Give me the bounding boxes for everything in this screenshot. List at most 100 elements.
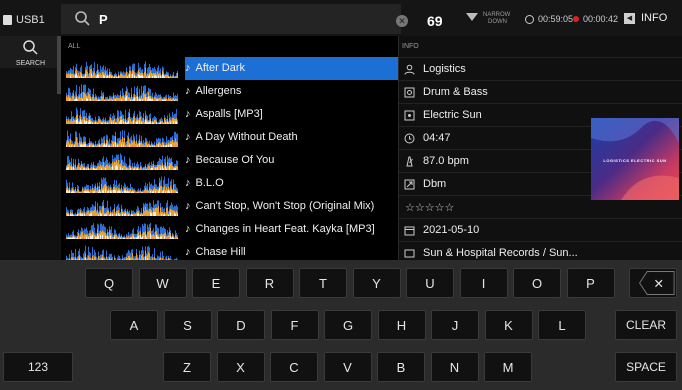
waveform-preview	[66, 176, 178, 193]
device-selector[interactable]: USB1	[3, 10, 61, 30]
waveform-preview	[66, 151, 178, 170]
track-row[interactable]: ♪ After Dark	[61, 57, 398, 80]
key-g[interactable]: G	[324, 310, 372, 340]
track-title-cell: ♪ Aspalls [MP3]	[185, 103, 398, 126]
key-i[interactable]: I	[459, 268, 508, 298]
svg-text:✕: ✕	[654, 277, 664, 291]
rec-time: 00:00:42	[573, 14, 618, 24]
waveform-preview	[66, 245, 178, 260]
person-icon	[403, 63, 415, 75]
key-m[interactable]: M	[484, 352, 532, 382]
info-label: INFO	[641, 12, 668, 24]
key-z[interactable]: Z	[163, 352, 211, 382]
key-q[interactable]: Q	[85, 268, 133, 298]
music-note-icon: ♪	[185, 131, 191, 143]
track-title-cell: ♪ B.L.O	[185, 172, 398, 195]
music-note-icon: ♪	[185, 62, 191, 74]
key-c[interactable]: C	[270, 352, 318, 382]
key-x[interactable]: X	[216, 352, 265, 382]
rating-value: ☆☆☆☆☆	[405, 201, 455, 214]
key-s[interactable]: S	[163, 310, 212, 340]
on-screen-keyboard: ✕ Q W E R T Y U I O P A S D F G H J K L Z X C V B N M 123 CLEAR SPAC…	[0, 260, 682, 390]
key-h[interactable]: H	[377, 310, 426, 340]
info-header: INFO	[402, 43, 419, 50]
waveform-preview	[66, 197, 178, 216]
info-artist: Logistics	[399, 57, 682, 80]
track-title: Allergens	[195, 85, 242, 97]
key-t[interactable]: T	[299, 268, 347, 298]
key-b[interactable]: B	[377, 352, 425, 382]
top-bar: USB1 P ✕ 69 NARROW DOWN 00:59:05 00:00:4…	[0, 0, 682, 36]
key-o[interactable]: O	[513, 268, 561, 298]
narrow-down-button[interactable]: NARROW DOWN	[466, 10, 532, 30]
arrow-left-icon: ◀	[624, 12, 635, 24]
key-n[interactable]: N	[430, 352, 479, 382]
duration-value: 04:47	[423, 132, 451, 144]
label-icon	[403, 247, 415, 259]
album-artwork: LOGISTICS ELECTRIC SUN	[591, 118, 679, 200]
album-icon	[403, 109, 415, 121]
waveform-preview	[66, 128, 178, 147]
track-row[interactable]: ♪ Because Of You	[61, 149, 398, 172]
key-p[interactable]: P	[566, 268, 615, 298]
down-label: DOWN	[488, 19, 507, 25]
key-a[interactable]: A	[110, 310, 158, 340]
numbers-key[interactable]: 123	[3, 352, 73, 382]
clock-icon	[403, 132, 415, 144]
search-input[interactable]: P	[61, 4, 401, 34]
key-f[interactable]: F	[270, 310, 319, 340]
key-r[interactable]: R	[245, 268, 294, 298]
music-note-icon: ♪	[185, 177, 191, 189]
key-v[interactable]: V	[323, 352, 372, 382]
key-w[interactable]: W	[138, 268, 187, 298]
usb-icon	[3, 15, 12, 25]
key-l[interactable]: L	[538, 310, 586, 340]
backspace-key[interactable]: ✕	[629, 268, 677, 298]
key-u[interactable]: U	[406, 268, 454, 298]
key-d[interactable]: D	[217, 310, 265, 340]
track-row[interactable]: ♪ B.L.O	[61, 172, 398, 195]
track-row[interactable]: ♪ A Day Without Death	[61, 126, 398, 149]
track-title: After Dark	[195, 62, 246, 74]
track-row[interactable]: ♪ Can't Stop, Won't Stop (Original Mix)	[61, 195, 398, 218]
track-title: Chase Hill	[195, 246, 246, 258]
key-icon	[403, 178, 415, 190]
track-title: Because Of You	[195, 154, 275, 166]
key-value: Dbm	[423, 178, 447, 190]
clock-icon	[525, 14, 534, 24]
space-key[interactable]: SPACE	[615, 352, 677, 382]
track-row[interactable]: ♪ Changes in Heart Feat. Kayka [MP3]	[61, 218, 398, 241]
search-tab[interactable]: SEARCH	[0, 36, 61, 68]
waveform-preview	[66, 107, 178, 124]
waveform-preview	[66, 61, 178, 78]
key-k[interactable]: K	[484, 310, 533, 340]
side-nav: SEARCH	[0, 36, 61, 260]
clear-key[interactable]: CLEAR	[615, 310, 677, 340]
key-e[interactable]: E	[192, 268, 240, 298]
rec-time-value: 00:00:42	[583, 14, 619, 24]
filter-icon	[466, 13, 478, 21]
bpm-value: 87.0 bpm	[423, 155, 469, 167]
key-y[interactable]: Y	[352, 268, 401, 298]
search-tab-label: SEARCH	[15, 60, 46, 67]
info-panel: INFO Logistics Drum & Bass Electric Sun …	[398, 36, 682, 260]
search-query: P	[99, 11, 108, 27]
music-note-icon: ♪	[185, 246, 191, 258]
waveform-preview	[66, 153, 178, 170]
track-row[interactable]: ♪ Allergens	[61, 80, 398, 103]
track-title-cell: ♪ Can't Stop, Won't Stop (Original Mix)	[185, 195, 398, 218]
track-row[interactable]: ♪ Aspalls [MP3]	[61, 103, 398, 126]
record-icon	[573, 16, 579, 22]
album-value: Electric Sun	[423, 109, 482, 121]
calendar-icon	[403, 224, 415, 236]
music-note-icon: ♪	[185, 154, 191, 166]
track-row[interactable]: ♪ Chase Hill	[61, 241, 398, 260]
metronome-icon	[403, 155, 415, 167]
label-value: Sun & Hospital Records / Sun...	[423, 247, 578, 259]
track-title: Can't Stop, Won't Stop (Original Mix)	[195, 200, 375, 212]
artist-value: Logistics	[423, 63, 466, 75]
clear-search-icon[interactable]: ✕	[396, 15, 408, 27]
date-value: 2021-05-10	[423, 224, 480, 236]
key-j[interactable]: J	[431, 310, 479, 340]
info-button[interactable]: ◀ INFO	[624, 12, 667, 24]
